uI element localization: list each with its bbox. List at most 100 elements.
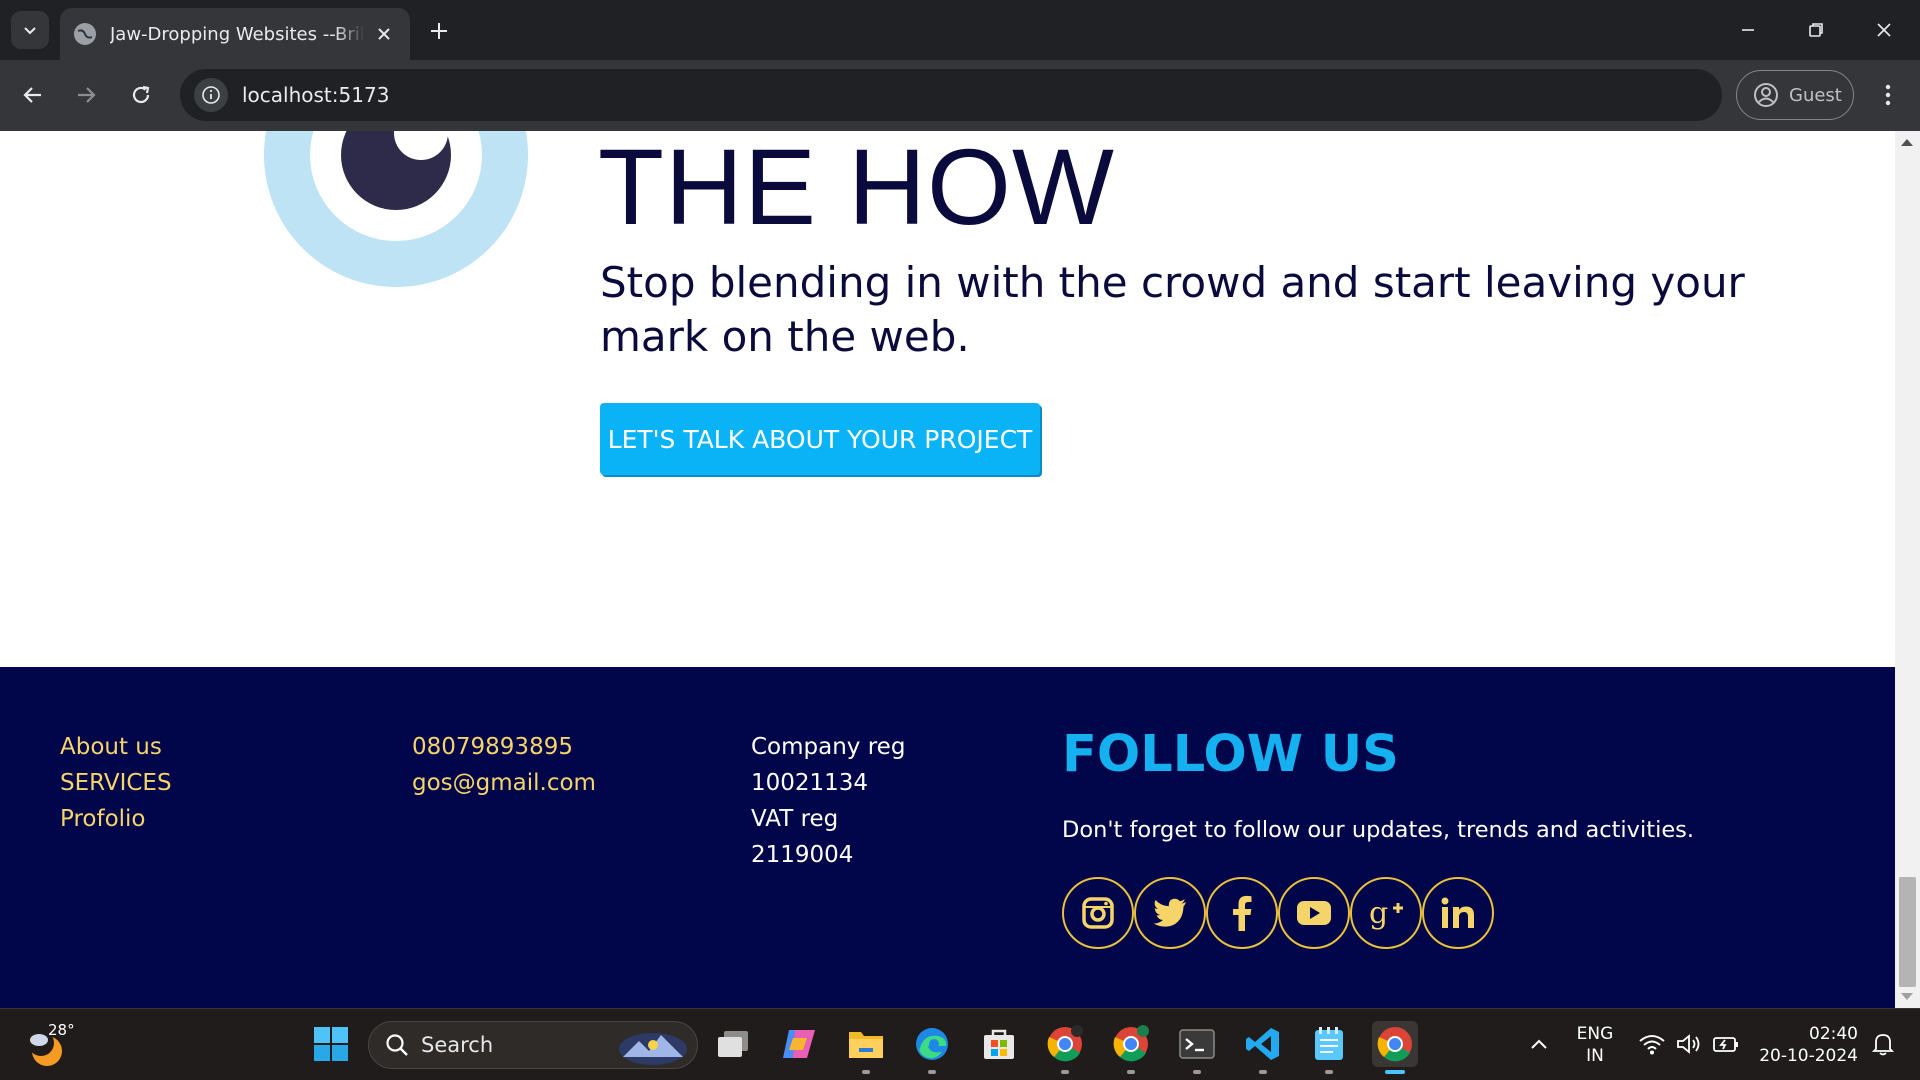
notepad-button[interactable] [1306, 1021, 1352, 1074]
url-text: localhost:5173 [242, 83, 390, 107]
terminal-icon [1179, 1029, 1215, 1059]
tab-search-button[interactable] [11, 11, 49, 49]
follow-us-text: Don't forget to follow our updates, tren… [1062, 817, 1695, 843]
vat-reg-number: 2119004 [751, 842, 854, 868]
facebook-link[interactable] [1206, 877, 1278, 949]
search-icon [386, 1034, 408, 1056]
task-view-button[interactable] [710, 1021, 756, 1067]
footer-links: About us SERVICES Profolio [60, 729, 172, 837]
close-window-button[interactable] [1862, 10, 1906, 50]
vat-reg-label: VAT reg [751, 806, 839, 832]
running-indicator [1259, 1070, 1267, 1074]
browser-tab-active[interactable]: Jaw-Dropping Websites --Brilweb [60, 8, 410, 60]
chrome-icon [1377, 1027, 1412, 1062]
portfolio-link[interactable]: Profolio [60, 801, 172, 837]
more-vertical-icon [1885, 84, 1891, 106]
youtube-icon [1297, 901, 1331, 925]
phone-link[interactable]: 08079893895 [412, 729, 596, 765]
clock-date: 20-10-2024 [1759, 1046, 1858, 1066]
profile-button[interactable]: Guest [1736, 70, 1854, 120]
task-view-icon [718, 1031, 748, 1057]
linkedin-icon [1441, 897, 1474, 928]
region-code: IN [1586, 1046, 1604, 1066]
windows-logo-icon [314, 1027, 348, 1061]
chrome-icon [1113, 1025, 1149, 1062]
plus-icon [431, 23, 447, 39]
youtube-link[interactable] [1278, 877, 1350, 949]
chrome-active-button[interactable] [1372, 1021, 1418, 1074]
google-plus-icon: g [1369, 896, 1403, 930]
globe-icon [74, 23, 96, 45]
taskbar-search-box[interactable]: Search [368, 1021, 698, 1069]
browser-titlebar: Jaw-Dropping Websites --Brilweb [0, 0, 1920, 60]
store-icon [984, 1029, 1014, 1059]
talk-about-project-button[interactable]: LET'S TALK ABOUT YOUR PROJECT [600, 403, 1040, 475]
language-indicator[interactable]: ENG IN [1574, 1023, 1616, 1067]
scroll-up-arrow-icon[interactable] [1901, 139, 1913, 146]
services-link[interactable]: SERVICES [60, 765, 172, 801]
chrome-profile-s-button[interactable] [1108, 1021, 1154, 1074]
hero-subtitle: Stop blending in with the crowd and star… [600, 258, 1745, 361]
running-indicator [928, 1070, 936, 1074]
new-tab-button[interactable] [424, 16, 454, 46]
scroll-down-arrow-icon[interactable] [1901, 993, 1913, 1000]
restore-icon [1809, 23, 1823, 37]
restore-button[interactable] [1794, 10, 1838, 50]
notepad-icon [1315, 1027, 1343, 1060]
file-explorer-button[interactable] [843, 1021, 889, 1074]
running-indicator [1193, 1070, 1201, 1074]
edge-icon [916, 1028, 948, 1060]
store-button[interactable] [976, 1021, 1022, 1067]
clock[interactable]: 02:40 20-10-2024 [1756, 1023, 1858, 1067]
chrome-profile-button[interactable] [1042, 1021, 1088, 1074]
show-hidden-icons-button[interactable] [1516, 1021, 1562, 1067]
footer-contact: 08079893895 gos@gmail.com [412, 729, 596, 801]
weather-temperature: 28° [48, 1021, 75, 1039]
social-links: g [1062, 877, 1494, 949]
reload-button[interactable] [121, 75, 161, 115]
linkedin-link[interactable] [1422, 877, 1494, 949]
twitter-link[interactable] [1134, 877, 1206, 949]
start-button[interactable] [308, 1021, 354, 1067]
terminal-button[interactable] [1174, 1021, 1220, 1074]
notifications-button[interactable] [1864, 1021, 1902, 1067]
about-us-link[interactable]: About us [60, 729, 172, 765]
language-code: ENG [1576, 1024, 1614, 1044]
browser-menu-button[interactable] [1868, 75, 1908, 115]
email-link[interactable]: gos@gmail.com [412, 765, 596, 801]
forward-button[interactable] [66, 75, 106, 115]
battery-charging-icon [1713, 1037, 1738, 1052]
copilot-icon [783, 1030, 815, 1058]
company-reg-label: Company reg [751, 734, 906, 760]
browser-toolbar: localhost:5173 Guest [0, 60, 1920, 131]
google-plus-link[interactable]: g [1350, 877, 1422, 949]
close-icon [1877, 23, 1891, 37]
running-indicator [1061, 1070, 1069, 1074]
address-bar[interactable]: localhost:5173 [180, 69, 1722, 121]
tab-close-button[interactable] [372, 22, 396, 46]
eye-logo-icon [264, 131, 528, 287]
back-button[interactable] [13, 75, 53, 115]
system-tray-status[interactable] [1628, 1021, 1750, 1067]
scroll-thumb[interactable] [1899, 877, 1916, 987]
bell-icon [1872, 1034, 1894, 1056]
site-info-icon[interactable] [194, 78, 228, 112]
tab-title: Jaw-Dropping Websites --Brilweb [110, 23, 365, 45]
close-icon [378, 28, 390, 40]
wifi-icon [1639, 1035, 1665, 1055]
edge-button[interactable] [909, 1021, 955, 1074]
page-viewport: THE HOW Stop blending in with the crowd … [0, 131, 1920, 1008]
vscode-button[interactable] [1240, 1021, 1286, 1074]
chrome-icon [1047, 1025, 1083, 1062]
copilot-button[interactable] [776, 1021, 822, 1067]
search-label: Search [421, 1033, 494, 1057]
arrow-left-icon [23, 87, 41, 103]
instagram-link[interactable] [1062, 877, 1134, 949]
arrow-right-icon [78, 87, 96, 103]
running-indicator [862, 1070, 870, 1074]
hero-title: THE HOW [598, 131, 1115, 247]
page-scrollbar[interactable] [1895, 131, 1920, 1008]
search-highlight-icon [619, 1033, 687, 1065]
minimize-button[interactable] [1726, 10, 1770, 50]
account-circle-icon [1754, 83, 1778, 107]
